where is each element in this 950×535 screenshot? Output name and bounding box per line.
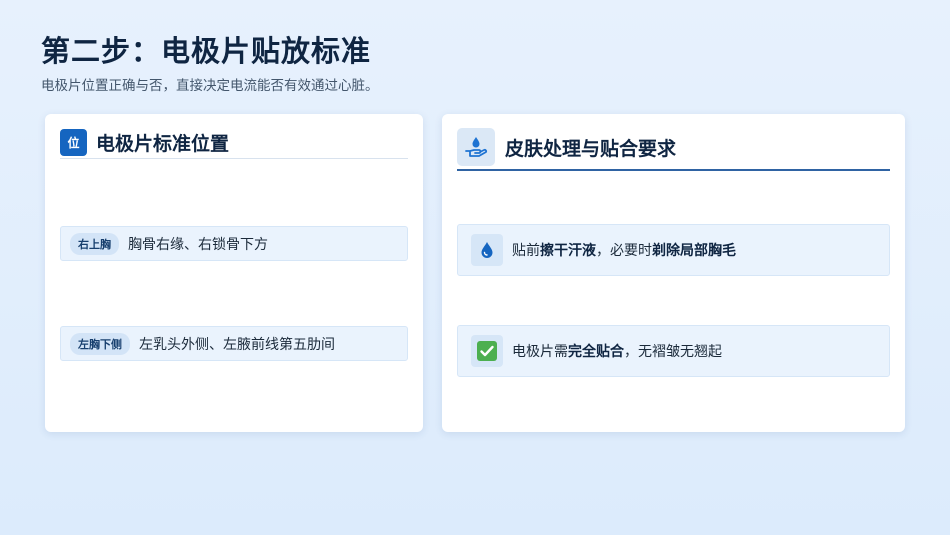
- requirement-row-full-contact: 电极片需完全贴合，无褶皱无翘起: [457, 325, 890, 377]
- card-title: 电极片标准位置: [96, 132, 230, 155]
- position-tag: 右上胸: [70, 232, 119, 255]
- requirement-row-dry-skin: 贴前擦干汗液，必要时剃除局部胸毛: [457, 224, 890, 276]
- position-tag: 左胸下侧: [70, 332, 130, 355]
- hand-water-icon: [457, 128, 495, 166]
- card-header: 位 电极片标准位置: [60, 126, 408, 159]
- position-text: 左乳头外侧、左腋前线第五肋间: [139, 336, 335, 353]
- skin-prep-card: 皮肤处理与贴合要求 贴前擦干汗液，必要时剃除局部胸毛 电极片需完全贴合，无褶皱无…: [442, 114, 905, 432]
- requirement-text: 贴前擦干汗液，必要时剃除局部胸毛: [512, 243, 736, 259]
- position-row-lower-left: 左胸下侧 左乳头外侧、左腋前线第五肋间: [60, 326, 408, 361]
- card-header: 皮肤处理与贴合要求: [457, 125, 890, 171]
- check-icon: [471, 335, 503, 367]
- electrode-position-card: 位 电极片标准位置 右上胸 胸骨右缘、右锁骨下方 左胸下侧 左乳头外侧、左腋前线…: [45, 114, 423, 432]
- position-text: 胸骨右缘、右锁骨下方: [128, 236, 268, 253]
- requirement-text: 电极片需完全贴合，无褶皱无翘起: [512, 344, 722, 360]
- page-title: 第二步：电极片贴放标准: [41, 34, 372, 68]
- position-badge-icon: 位: [60, 128, 87, 156]
- water-drop-icon: [471, 234, 503, 266]
- position-row-upper-right: 右上胸 胸骨右缘、右锁骨下方: [60, 226, 408, 261]
- card-title: 皮肤处理与贴合要求: [505, 137, 677, 160]
- page-subtitle: 电极片位置正确与否，直接决定电流能否有效通过心脏。: [41, 78, 379, 94]
